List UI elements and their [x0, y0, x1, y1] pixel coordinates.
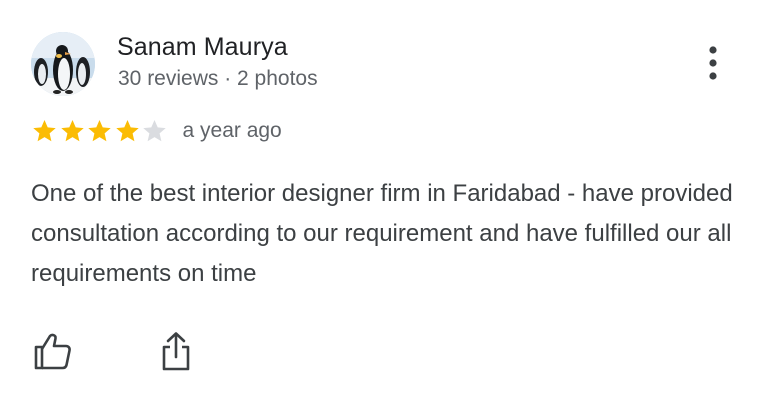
avatar[interactable]: [31, 32, 95, 96]
reviewer-stats: 30 reviews · 2 photos: [118, 67, 318, 90]
star-filled-icon: [114, 118, 141, 144]
review-card: Sanam Maurya 30 reviews · 2 photos a yea…: [0, 0, 768, 401]
more-vert-icon: [709, 46, 717, 80]
review-text: One of the best interior designer firm i…: [31, 180, 733, 287]
share-button[interactable]: [154, 330, 198, 374]
share-icon: [162, 332, 190, 371]
star-filled-icon: [86, 118, 113, 144]
more-options-button[interactable]: [700, 44, 726, 84]
star-filled-icon: [31, 118, 58, 144]
thumbs-up-icon: [34, 333, 71, 370]
reviewer-name[interactable]: Sanam Maurya: [117, 33, 288, 62]
star-rating: [31, 118, 169, 144]
star-filled-icon: [59, 118, 86, 144]
review-time: a year ago: [182, 119, 282, 142]
star-empty-icon: [141, 118, 168, 144]
like-button[interactable]: [30, 330, 74, 374]
penguins-avatar-icon: [31, 32, 95, 96]
rating-row: a year ago: [31, 118, 282, 144]
